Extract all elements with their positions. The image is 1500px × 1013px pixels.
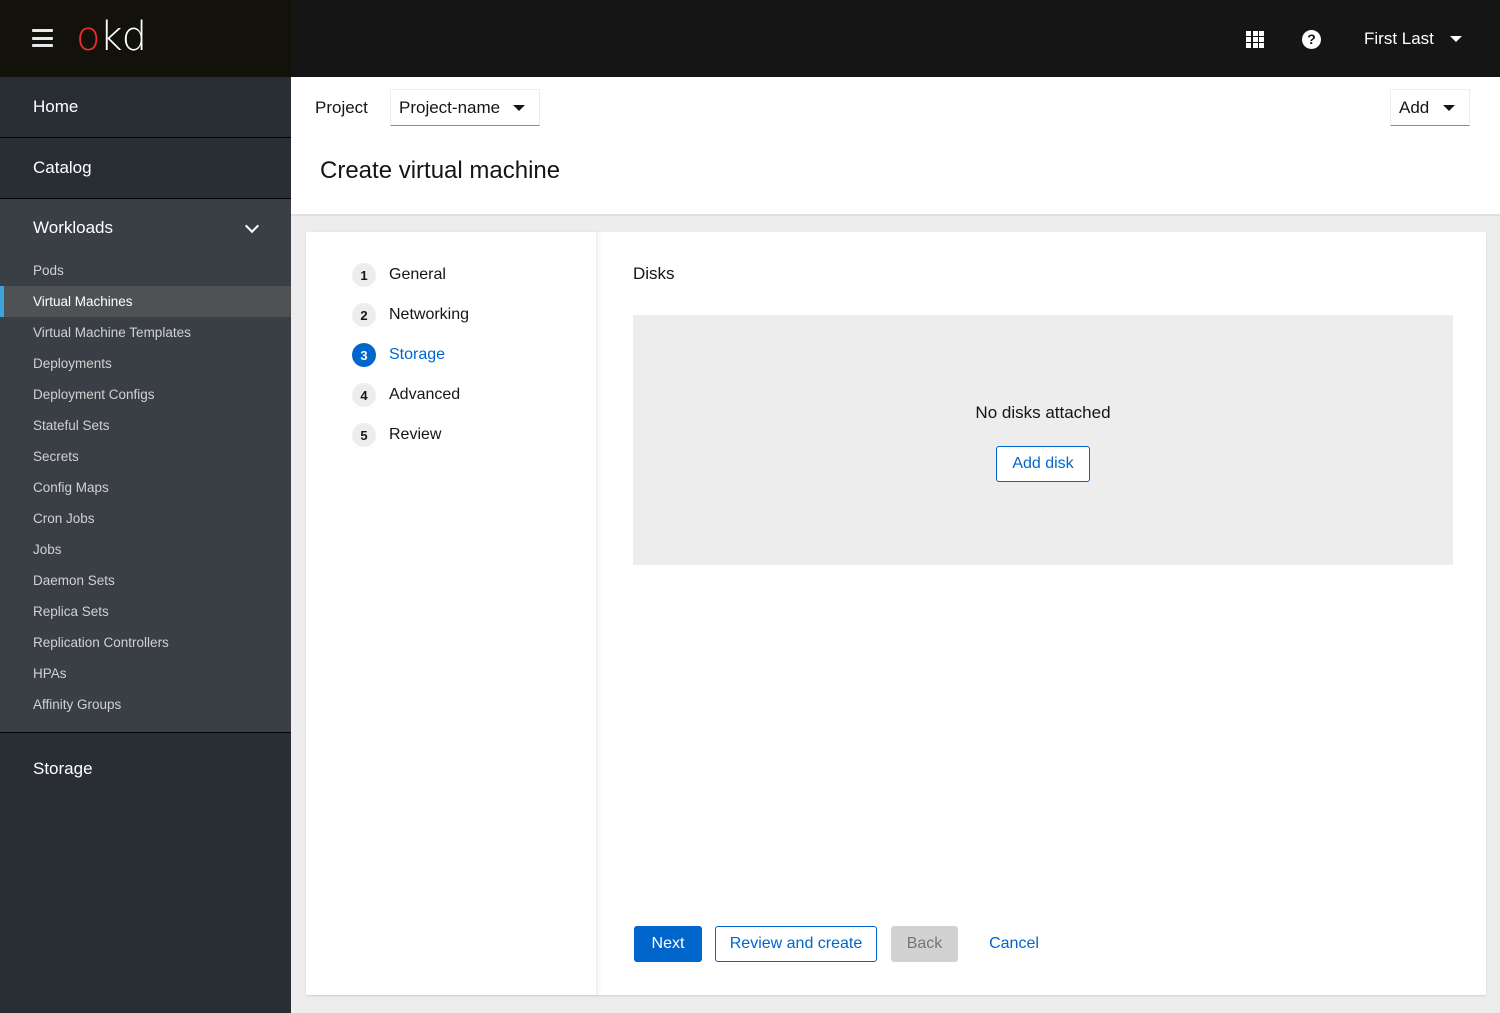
- caret-down-icon: [1449, 36, 1462, 42]
- add-dropdown[interactable]: Add: [1390, 89, 1470, 126]
- sidebar-subitem-hpas[interactable]: HPAs: [0, 658, 291, 689]
- sidebar: Home Catalog Workloads Pods Virtual Machi…: [0, 77, 291, 1013]
- wizard-step-storage[interactable]: 3 Storage: [352, 343, 445, 367]
- sidebar-subitem-label: Cron Jobs: [33, 511, 95, 526]
- project-label: Project: [315, 98, 368, 117]
- grid-icon[interactable]: [1246, 31, 1265, 48]
- sidebar-subitem-label: Jobs: [33, 542, 62, 557]
- sidebar-subitem-label: Config Maps: [33, 480, 109, 495]
- sidebar-subitem-label: Stateful Sets: [33, 418, 110, 433]
- brand-area: o kd: [0, 0, 291, 77]
- wizard-content: Disks No disks attached Add disk Next Re…: [598, 232, 1486, 995]
- add-dropdown-label: Add: [1399, 97, 1430, 117]
- wizard-step-review[interactable]: 5 Review: [352, 423, 441, 447]
- sidebar-subitem-config-maps[interactable]: Config Maps: [0, 472, 291, 503]
- add-disk-button[interactable]: Add disk: [996, 446, 1090, 482]
- sidebar-subitem-replica-sets[interactable]: Replica Sets: [0, 596, 291, 627]
- review-and-create-button[interactable]: Review and create: [715, 926, 877, 962]
- step-label: Review: [389, 426, 442, 443]
- empty-state-title: No disks attached: [975, 403, 1111, 422]
- workloads-submenu: Pods Virtual Machines Virtual Machine Temp…: [0, 255, 291, 720]
- sidebar-section-workloads: Workloads Pods Virtual Machines Virtual Ma…: [0, 199, 291, 733]
- back-button[interactable]: Back: [891, 926, 958, 962]
- sidebar-subitem-deployments[interactable]: Deployments: [0, 348, 291, 379]
- sidebar-subitem-secrets[interactable]: Secrets: [0, 441, 291, 472]
- sidebar-subitem-label: Deployments: [33, 356, 112, 371]
- project-dropdown-value: Project-name: [399, 97, 501, 117]
- sidebar-subitem-virtual-machine-templates[interactable]: Virtual Machine Templates: [0, 317, 291, 348]
- sidebar-subitem-label: Affinity Groups: [33, 697, 122, 712]
- empty-state: No disks attached Add disk: [633, 315, 1453, 565]
- sidebar-item-workloads[interactable]: Workloads: [0, 199, 291, 257]
- sidebar-subitem-replication-controllers[interactable]: Replication Controllers: [0, 627, 291, 658]
- sidebar-subitem-cron-jobs[interactable]: Cron Jobs: [0, 503, 291, 534]
- section-title: Disks: [633, 264, 675, 283]
- step-number-badge: 5: [352, 423, 376, 447]
- question-circle-icon[interactable]: ?: [1302, 30, 1321, 49]
- page-header: Project Project-name Add Create virtual …: [291, 77, 1500, 216]
- caret-down-icon: [513, 105, 525, 111]
- step-number-badge: 1: [352, 263, 376, 287]
- chevron-down-icon: [244, 218, 260, 234]
- sidebar-item-home[interactable]: Home: [0, 77, 291, 138]
- user-name: First Last: [1364, 29, 1434, 48]
- sidebar-item-catalog[interactable]: Catalog: [0, 138, 291, 199]
- page-title: Create virtual machine: [320, 157, 561, 184]
- sidebar-item-label: Home: [33, 97, 79, 116]
- sidebar-item-label: Workloads: [33, 218, 113, 237]
- sidebar-subitem-label: Pods: [33, 263, 64, 278]
- sidebar-subitem-label: Replication Controllers: [33, 635, 169, 650]
- wizard-steps-nav: 1 General 2 Networking 3 Storage 4 Advanced 5 Rev…: [306, 232, 597, 995]
- sidebar-subitem-label: Secrets: [33, 449, 79, 464]
- masthead: o kd ? First Last: [0, 0, 1500, 77]
- caret-down-icon: [1443, 105, 1455, 111]
- sidebar-subitem-label: Replica Sets: [33, 604, 109, 619]
- sidebar-subitem-label: Daemon Sets: [33, 573, 115, 588]
- sidebar-subitem-affinity-groups[interactable]: Affinity Groups: [0, 689, 291, 720]
- wizard: 1 General 2 Networking 3 Storage 4 Advanced 5 Rev…: [306, 232, 1486, 995]
- sidebar-subitem-stateful-sets[interactable]: Stateful Sets: [0, 410, 291, 441]
- step-label: Advanced: [389, 386, 461, 403]
- cancel-button[interactable]: Cancel: [978, 926, 1050, 962]
- sidebar-subitem-pods[interactable]: Pods: [0, 255, 291, 286]
- sidebar-subitem-label: HPAs: [33, 666, 67, 681]
- sidebar-subitem-jobs[interactable]: Jobs: [0, 534, 291, 565]
- wizard-step-general[interactable]: 1 General: [352, 263, 446, 287]
- sidebar-subitem-daemon-sets[interactable]: Daemon Sets: [0, 565, 291, 596]
- wizard-step-advanced[interactable]: 4 Advanced: [352, 383, 460, 407]
- sidebar-item-label: Catalog: [33, 158, 92, 177]
- user-menu[interactable]: First Last: [1364, 28, 1462, 50]
- step-label: Storage: [389, 346, 446, 363]
- step-number-badge: 2: [352, 303, 376, 327]
- wizard-step-networking[interactable]: 2 Networking: [352, 303, 469, 327]
- logo-kd: kd: [99, 14, 147, 60]
- step-label: Networking: [389, 306, 470, 323]
- step-number-badge: 3: [352, 343, 376, 367]
- step-number-badge: 4: [352, 383, 376, 407]
- next-button[interactable]: Next: [634, 926, 702, 962]
- hamburger-icon[interactable]: [32, 29, 53, 47]
- sidebar-subitem-label: Virtual Machines: [33, 294, 133, 309]
- sidebar-subitem-label: Deployment Configs: [33, 387, 155, 402]
- logo-o: o: [76, 14, 101, 60]
- sidebar-item-storage[interactable]: Storage: [0, 734, 291, 804]
- sidebar-item-label: Storage: [33, 759, 93, 778]
- sidebar-subitem-label: Virtual Machine Templates: [33, 325, 191, 340]
- project-dropdown[interactable]: Project-name: [390, 89, 540, 126]
- sidebar-subitem-virtual-machines[interactable]: Virtual Machines: [0, 286, 291, 317]
- sidebar-subitem-deployment-configs[interactable]: Deployment Configs: [0, 379, 291, 410]
- okd-logo[interactable]: o kd: [76, 14, 147, 60]
- step-label: General: [389, 266, 446, 283]
